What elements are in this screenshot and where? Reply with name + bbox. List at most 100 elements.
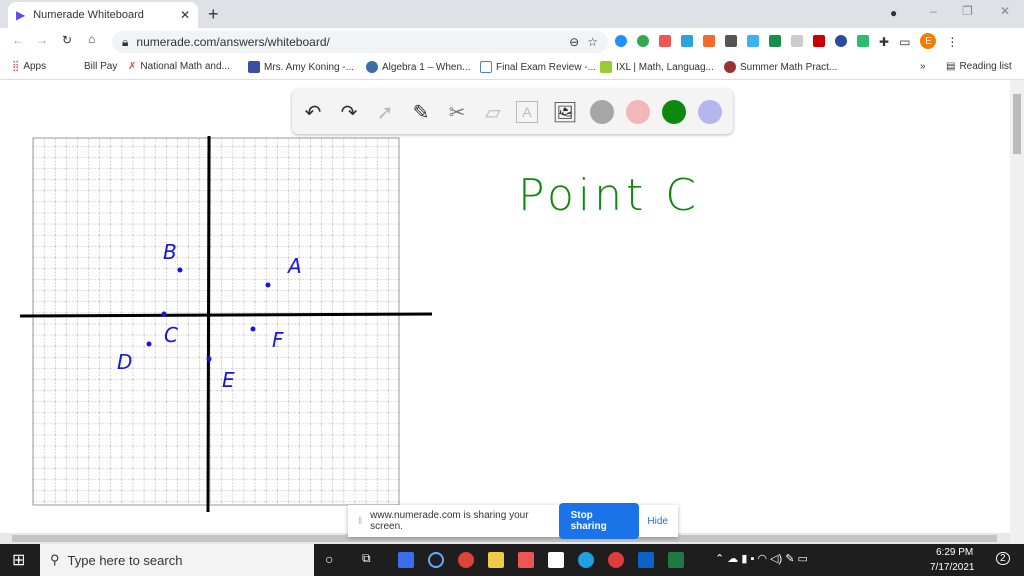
- point-c: [161, 311, 167, 317]
- task-view-icon[interactable]: ⧉: [362, 551, 371, 566]
- app-icon[interactable]: [608, 552, 624, 568]
- bookmark-icon: [724, 61, 736, 73]
- apps-grid-icon: ⣿: [12, 61, 20, 72]
- reading-list[interactable]: ▤ Reading list: [946, 61, 1012, 72]
- extension-icon[interactable]: [747, 35, 759, 47]
- pdf-extension-icon[interactable]: [813, 35, 825, 47]
- drag-handle-icon[interactable]: ‖: [358, 516, 362, 527]
- extension-icon[interactable]: [615, 35, 627, 47]
- point-d: [146, 341, 152, 347]
- bookmark-icon: ✗: [128, 61, 137, 72]
- bookmark-apps[interactable]: ⣿ Apps: [12, 61, 46, 72]
- cortana-icon[interactable]: ○: [325, 551, 333, 567]
- restore-button[interactable]: ❐: [962, 4, 973, 18]
- bookmark[interactable]: Final Exam Review -...: [480, 61, 596, 73]
- bookmark-label: IXL | Math, Languag...: [616, 61, 714, 73]
- extension-icon[interactable]: [857, 35, 869, 47]
- point-b: [177, 267, 183, 273]
- search-icon: ⚲: [50, 552, 60, 567]
- cast-icon[interactable]: ▭: [899, 35, 910, 49]
- label-c: C: [164, 323, 178, 347]
- notifications-button[interactable]: 2: [996, 552, 1010, 565]
- reading-list-icon: ▤: [946, 61, 956, 72]
- tray-icons[interactable]: ⌃ ☁ ▮ ▪ ◠ ◁) ✎ ▭: [715, 552, 808, 565]
- forward-icon[interactable]: →: [36, 33, 48, 47]
- reading-list-label: Reading list: [959, 61, 1012, 72]
- search-placeholder: Type here to search: [67, 552, 183, 568]
- zoom-icon[interactable]: ⊖: [569, 35, 579, 49]
- more-bookmarks[interactable]: »: [920, 61, 926, 72]
- extension-icon[interactable]: [769, 35, 781, 47]
- stop-sharing-button[interactable]: Stop sharing: [558, 503, 640, 539]
- bookmark[interactable]: IXL | Math, Languag...: [600, 61, 714, 73]
- profile-menu-icon[interactable]: ●: [890, 6, 897, 20]
- extensions: ✚ ▭ E ⋮: [615, 33, 958, 49]
- puzzle-icon[interactable]: ✚: [879, 35, 889, 49]
- y-axis: [206, 135, 211, 513]
- x-axis: [19, 312, 433, 318]
- point-f: [250, 326, 256, 332]
- outlook-icon[interactable]: [638, 552, 654, 568]
- extension-icon[interactable]: [681, 35, 693, 47]
- bookmark-icon: [248, 61, 260, 73]
- tab-numerade[interactable]: ▶ Numerade Whiteboard ✕: [8, 2, 198, 28]
- extension-icon[interactable]: [725, 35, 737, 47]
- snip-icon[interactable]: [518, 552, 534, 568]
- bookmark-label: Algebra 1 – When...: [382, 61, 471, 73]
- clock-time[interactable]: 6:29 PM: [936, 547, 973, 558]
- new-tab-button[interactable]: +: [208, 4, 219, 25]
- bookmark[interactable]: Bill Pay: [84, 61, 117, 72]
- point-e: [206, 356, 212, 362]
- app-icon[interactable]: [398, 552, 414, 568]
- hide-button[interactable]: Hide: [647, 516, 668, 527]
- bookmark-label: Mrs. Amy Koning -...: [264, 61, 355, 73]
- excel-icon[interactable]: [668, 552, 684, 568]
- bookmark-label: National Math and...: [140, 61, 230, 72]
- bookmarks-bar: ⣿ Apps Bill Pay ✗ National Math and... Mrs…: [0, 56, 1024, 80]
- label-d: D: [117, 350, 133, 374]
- address-bar-row: ← → ↻ ⌂ 🔒︎ numerade.com/answers/whiteboa…: [0, 28, 1024, 56]
- doc-icon: [480, 61, 492, 73]
- chrome-icon[interactable]: [458, 552, 474, 568]
- label-f: F: [272, 328, 284, 352]
- extension-icon[interactable]: [637, 35, 649, 47]
- bookmark-label: Final Exam Review -...: [496, 61, 597, 73]
- app-icon[interactable]: [428, 552, 444, 568]
- taskbar-search-box[interactable]: ⚲ Type here to search: [40, 544, 314, 576]
- bookmark[interactable]: Summer Math Pract...: [724, 61, 837, 73]
- numerade-logo-icon: ▶: [16, 8, 26, 22]
- ixl-icon: [600, 61, 612, 73]
- url-field[interactable]: 🔒︎ numerade.com/answers/whiteboard/ ⊖ ☆: [112, 31, 608, 53]
- tab-title: Numerade Whiteboard: [33, 9, 144, 21]
- bookmark[interactable]: Mrs. Amy Koning -...: [248, 61, 354, 73]
- close-tab-icon[interactable]: ✕: [180, 8, 190, 22]
- share-message: www.numerade.com is sharing your screen.: [370, 510, 529, 532]
- bookmark[interactable]: ✗ National Math and...: [128, 61, 230, 72]
- windows-start-icon[interactable]: ⊞: [12, 550, 25, 570]
- reload-icon[interactable]: ↻: [62, 33, 72, 47]
- minimize-button[interactable]: –: [930, 4, 937, 18]
- home-icon[interactable]: ⌂: [88, 32, 95, 46]
- bookmark[interactable]: Algebra 1 – When...: [366, 61, 470, 73]
- profile-avatar[interactable]: E: [920, 33, 937, 49]
- file-explorer-icon[interactable]: [488, 552, 504, 568]
- back-icon[interactable]: ←: [12, 33, 24, 47]
- vertical-scrollbar[interactable]: [1010, 80, 1024, 544]
- clock-date[interactable]: 7/17/2021: [930, 562, 975, 573]
- extension-icon[interactable]: [659, 35, 671, 47]
- whiteboard-canvas[interactable]: [0, 80, 1010, 533]
- star-icon[interactable]: ☆: [587, 35, 598, 49]
- store-icon[interactable]: [548, 552, 564, 568]
- extension-icon[interactable]: [835, 35, 847, 47]
- bookmark-label: Apps: [23, 61, 47, 72]
- extension-icon[interactable]: [791, 35, 803, 47]
- menu-icon[interactable]: ⋮: [946, 35, 958, 49]
- close-window-button[interactable]: ✕: [1000, 4, 1010, 18]
- edge-icon[interactable]: [578, 552, 594, 568]
- handwritten-note: Point C: [518, 170, 700, 221]
- pinned-apps: [398, 552, 684, 568]
- screen-share-bar: ‖ www.numerade.com is sharing your scree…: [348, 503, 678, 539]
- extension-icon[interactable]: [703, 35, 715, 47]
- bookmark-label: Bill Pay: [84, 61, 118, 72]
- label-a: A: [288, 254, 302, 278]
